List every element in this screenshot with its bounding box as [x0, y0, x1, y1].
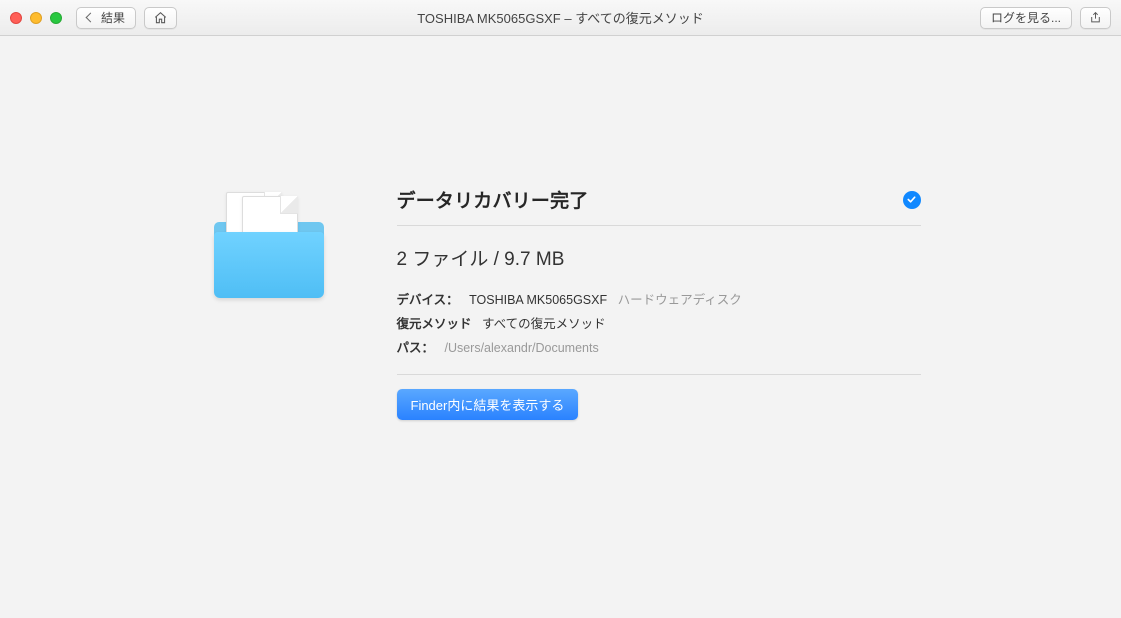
back-button[interactable]: 結果: [76, 7, 136, 29]
window-controls: [10, 12, 62, 24]
result-details: デバイス： TOSHIBA MK5065GSXF ハードウェアディスク 復元メソ…: [397, 289, 921, 360]
result-heading: データリカバリー完了: [397, 186, 589, 213]
path-value: /Users/alexandr/Documents: [444, 341, 598, 355]
result-panel: データリカバリー完了 2 ファイル / 9.7 MB デバイス： TOSHIBA…: [201, 186, 921, 618]
detail-row-device: デバイス： TOSHIBA MK5065GSXF ハードウェアディスク: [397, 289, 921, 313]
method-value: すべての復元メソッド: [482, 317, 606, 331]
device-label: デバイス：: [397, 293, 459, 307]
path-label: パス：: [397, 341, 435, 355]
detail-row-method: 復元メソッド すべての復元メソッド: [397, 313, 921, 337]
back-button-label: 結果: [101, 9, 125, 26]
content-area: データリカバリー完了 2 ファイル / 9.7 MB デバイス： TOSHIBA…: [0, 36, 1121, 618]
minimize-window-button[interactable]: [30, 12, 42, 24]
titlebar: 結果 TOSHIBA MK5065GSXF – すべての復元メソッド ログを見る…: [0, 0, 1121, 36]
share-icon: [1089, 10, 1102, 25]
result-summary: 2 ファイル / 9.7 MB: [397, 244, 921, 271]
result-info-column: データリカバリー完了 2 ファイル / 9.7 MB デバイス： TOSHIBA…: [397, 186, 921, 618]
chevron-left-icon: [86, 13, 96, 23]
detail-row-path: パス： /Users/alexandr/Documents: [397, 337, 921, 361]
method-label: 復元メソッド: [397, 317, 472, 331]
share-button[interactable]: [1080, 7, 1111, 29]
home-icon: [153, 11, 168, 25]
folder-documents-icon: [212, 192, 330, 302]
view-log-button[interactable]: ログを見る...: [980, 7, 1072, 29]
result-icon-column: [201, 186, 341, 618]
device-name: TOSHIBA MK5065GSXF: [469, 293, 607, 307]
view-log-label: ログを見る...: [991, 9, 1061, 26]
divider: [397, 374, 921, 375]
device-type: ハードウェアディスク: [618, 293, 742, 307]
show-in-finder-button[interactable]: Finder内に結果を表示する: [397, 389, 579, 420]
zoom-window-button[interactable]: [50, 12, 62, 24]
success-check-icon: [903, 191, 921, 209]
close-window-button[interactable]: [10, 12, 22, 24]
home-button[interactable]: [144, 7, 177, 29]
show-in-finder-label: Finder内に結果を表示する: [411, 398, 565, 413]
